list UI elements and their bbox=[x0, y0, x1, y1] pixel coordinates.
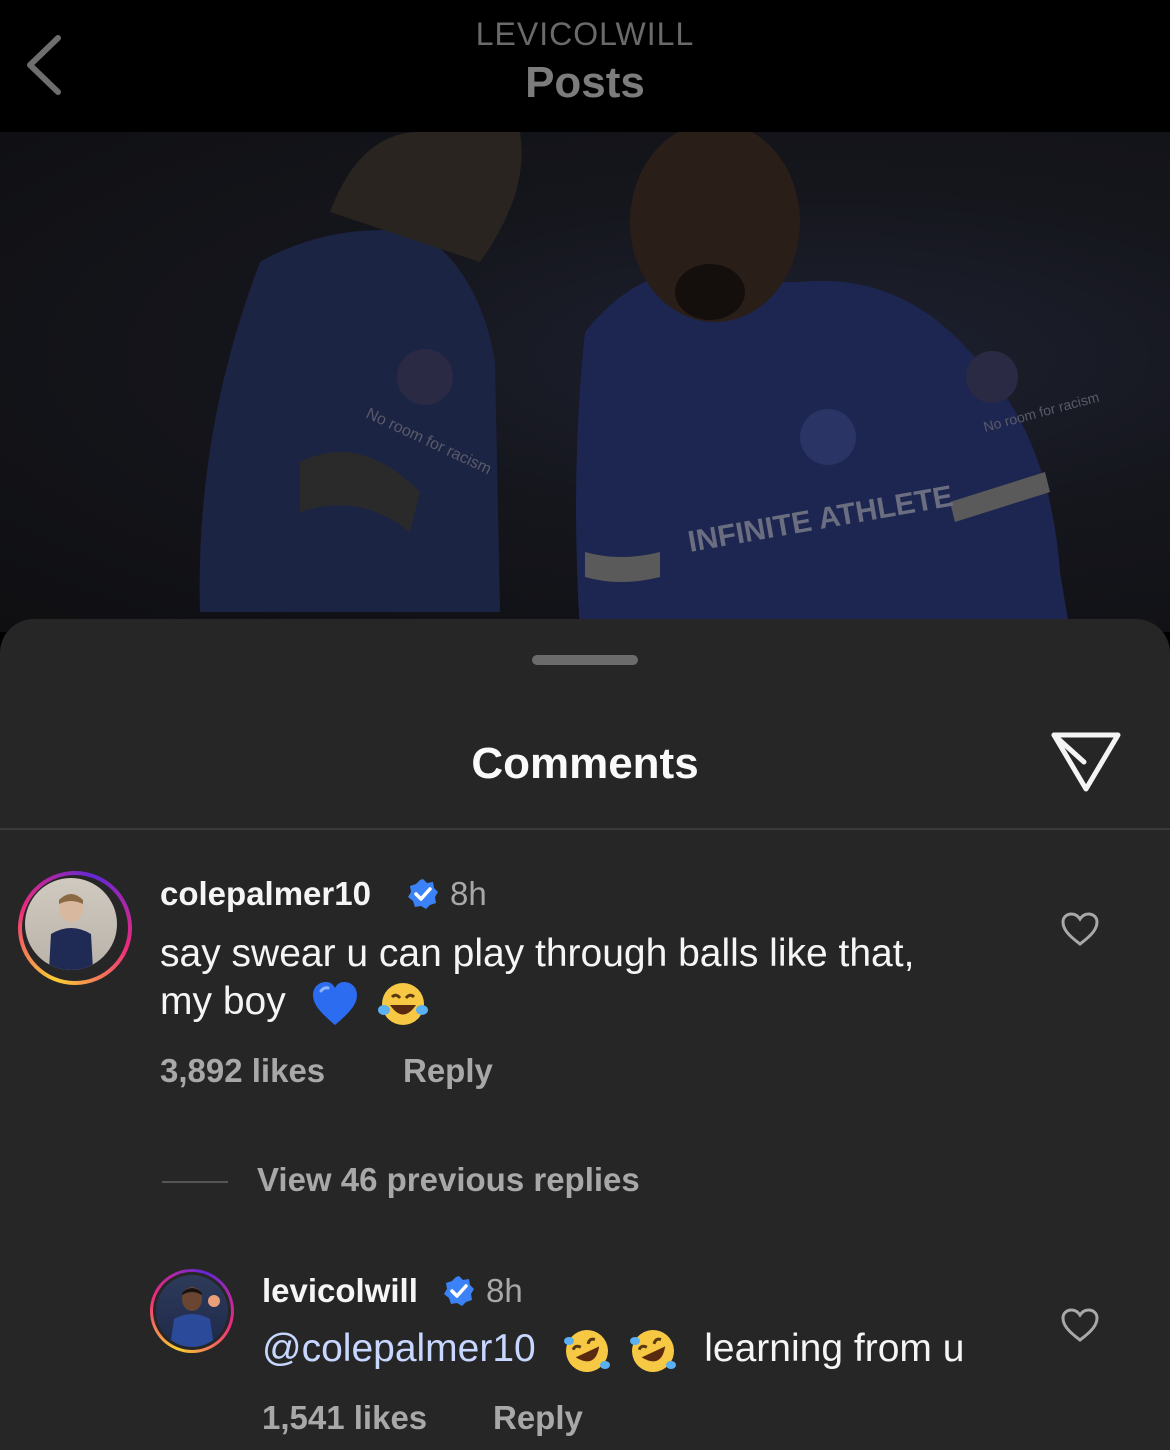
verified-badge-icon bbox=[444, 1276, 474, 1306]
comment-time: 8h bbox=[450, 875, 487, 912]
post-photo: INFINITE ATHLETE No room for racism No r… bbox=[0, 132, 1170, 632]
like-heart-icon[interactable] bbox=[1060, 1307, 1100, 1343]
verified-badge-icon bbox=[408, 879, 438, 909]
comment-reply-button[interactable]: Reply bbox=[403, 1052, 493, 1090]
reply-text-row: @colepalmer10 learning from u bbox=[262, 1324, 964, 1375]
reply-username[interactable]: levicolwill bbox=[262, 1272, 418, 1310]
comment-text-line1: say swear u can play through balls like … bbox=[160, 932, 915, 975]
comment-text-line2: my boy bbox=[160, 980, 286, 1023]
comment-likes-count[interactable]: 3,892 likes bbox=[160, 1052, 325, 1090]
reply-likes-count[interactable]: 1,541 likes bbox=[262, 1399, 427, 1437]
reply-time: 8h bbox=[486, 1272, 523, 1309]
reply-reply-button[interactable]: Reply bbox=[493, 1399, 583, 1437]
sheet-divider bbox=[0, 828, 1170, 830]
profile-username: LEVICOLWILL bbox=[475, 16, 695, 52]
comment-text-line2-row: my boy bbox=[160, 977, 429, 1028]
avatar[interactable] bbox=[18, 871, 132, 985]
avatar[interactable] bbox=[150, 1269, 234, 1353]
top-nav-bar: LEVICOLWILL Posts bbox=[0, 0, 1170, 132]
like-heart-icon[interactable] bbox=[1060, 911, 1100, 947]
view-previous-replies-button[interactable]: View 46 previous replies bbox=[257, 1161, 640, 1199]
comment-username[interactable]: colepalmer10 bbox=[160, 875, 371, 913]
share-send-icon[interactable] bbox=[1050, 729, 1122, 795]
reply-text: learning from u bbox=[704, 1327, 965, 1370]
comments-sheet: Comments colepalmer10 8h say swear u can… bbox=[0, 619, 1170, 1450]
blue-heart-emoji-icon bbox=[312, 981, 357, 1025]
tears-of-joy-emoji-icon bbox=[378, 982, 429, 1025]
reply-mention-link[interactable]: @colepalmer10 bbox=[262, 1327, 536, 1370]
rofl-emoji-icon bbox=[630, 1329, 677, 1372]
rofl-emoji-icon bbox=[563, 1329, 610, 1372]
replies-divider-line bbox=[162, 1181, 228, 1183]
comments-title: Comments bbox=[471, 739, 699, 788]
sheet-drag-handle[interactable] bbox=[532, 655, 638, 665]
page-title: Posts bbox=[525, 58, 645, 107]
